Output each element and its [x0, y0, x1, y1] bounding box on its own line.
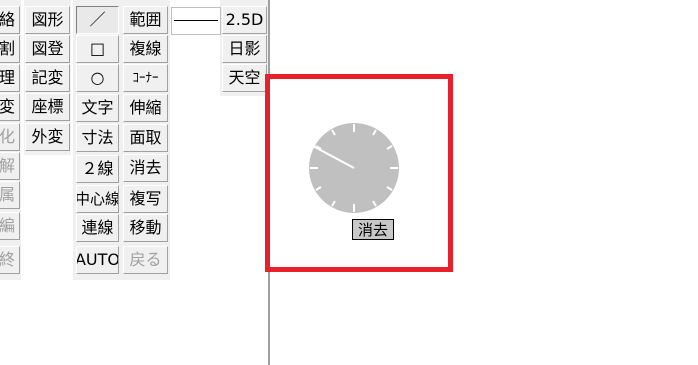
highlight-box: [265, 74, 453, 272]
app-window: 絡 割 理 変 化 解 属 編 終 図形 図登 記変 座標 外変 ／ □ ○ 文…: [0, 0, 698, 365]
